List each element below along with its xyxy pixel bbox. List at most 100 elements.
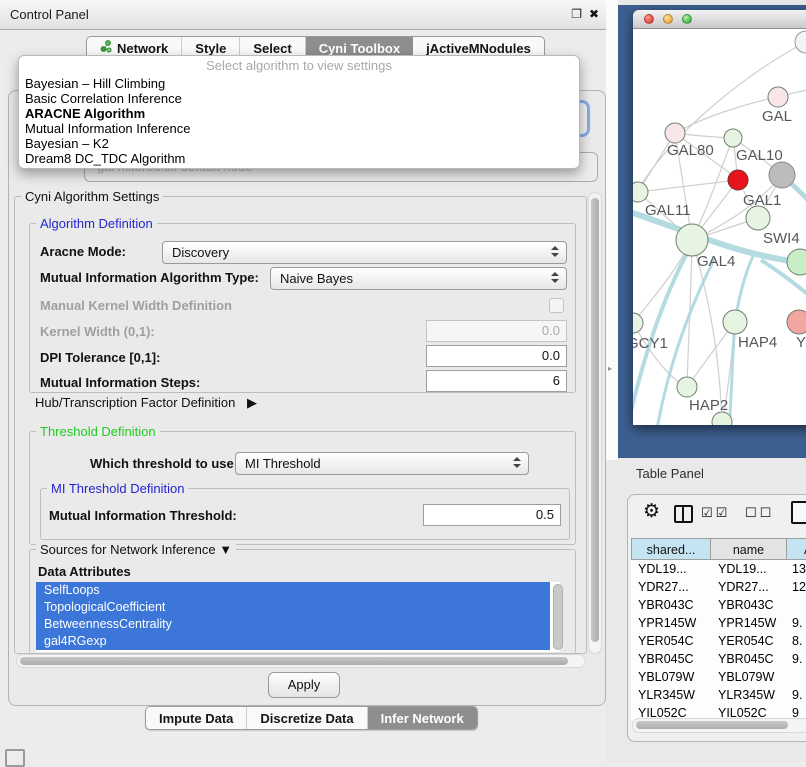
apply-button[interactable]: Apply [268,672,340,698]
scrollbar-thumb[interactable] [636,721,788,729]
new-table-icon[interactable] [791,501,806,524]
dpi-tolerance-field[interactable]: 0.0 [426,345,567,367]
table-panel: ⚙ ☑☑ ☐☐ shared...nameAYDL19...YDL19...13… [627,494,806,742]
network-node-label: GAL4 [697,253,735,270]
split-columns-icon[interactable] [674,505,693,523]
table-cell: YPR145W [631,614,711,632]
network-node-partial-top-node[interactable] [795,31,806,53]
cyni-bottom-tabs: Impute Data Discretize Data Infer Network [145,706,478,730]
control-panel-title: Control Panel [10,0,89,29]
network-node-GAL10[interactable] [724,129,742,147]
algorithm-option[interactable]: Bayesian – K2 [19,136,579,151]
mi-threshold-group: MI Threshold Definition Mutual Informati… [40,488,570,540]
tab-discretize-data[interactable]: Discretize Data [247,707,367,729]
network-node-HAP4[interactable] [723,310,747,334]
table-cell: YDL19... [711,560,787,578]
show-columns-icon[interactable]: ☑☑ [701,505,730,521]
table-row[interactable]: YBL079WYBL079W [631,668,806,686]
network-node-GCY1[interactable] [633,313,643,333]
scrollbar-thumb[interactable] [20,657,568,665]
tab-label: Discretize Data [260,711,353,726]
settings-horizontal-scrollbar[interactable] [16,654,586,668]
network-node-label: GAL1 [743,192,781,209]
network-node-salmon-node[interactable] [787,310,806,334]
tab-label: Infer Network [381,711,464,726]
network-node-red-node[interactable] [728,170,748,190]
mi-algorithm-type-combobox[interactable]: Naive Bayes [270,267,567,290]
network-canvas[interactable]: GALGAL80GAL10GAL1GAL11SWI4GAL4GCY1HAP4YH… [633,28,806,425]
algorithm-option[interactable]: Mutual Information Inference [19,121,579,136]
node-attribute-table[interactable]: shared...nameAYDL19...YDL19...13YDR27...… [631,538,806,722]
float-window-icon[interactable]: ❐ [571,7,582,21]
network-node-GAL11[interactable] [633,182,648,202]
tab-label: jActiveMNodules [426,41,531,56]
table-horizontal-scrollbar[interactable] [632,718,806,733]
manual-kernel-checkbox[interactable] [549,298,564,313]
tab-label: Cyni Toolbox [319,41,400,56]
network-node-gray-node[interactable] [769,162,795,188]
algorithm-option[interactable]: Dream8 DC_TDC Algorithm [19,151,579,166]
hub-definition-expander[interactable]: Hub/Transcription Factor Definition ▶ [35,395,257,411]
table-row[interactable]: YER054CYER054C8. [631,632,806,650]
tab-impute-data[interactable]: Impute Data [146,707,247,729]
aracne-mode-combobox[interactable]: Discovery [162,241,567,264]
tab-infer-network[interactable]: Infer Network [368,707,477,729]
column-header[interactable]: shared... [631,538,711,560]
settings-vertical-scrollbar[interactable] [588,192,602,654]
algorithm-dropdown-list: Select algorithm to view settings Bayesi… [18,55,580,169]
threshold-definition-title: Threshold Definition [36,424,160,439]
column-header[interactable]: A [787,538,806,560]
attributes-list-scrollbar[interactable] [553,584,563,650]
scrollbar-thumb[interactable] [591,198,599,642]
table-row[interactable]: YBR045CYBR045C9. [631,650,806,668]
network-edge[interactable] [638,180,738,192]
data-attributes-list[interactable]: SelfLoopsTopologicalCoefficientBetweenne… [36,582,560,652]
table-cell [787,668,806,686]
table-row[interactable]: YBR043CYBR043C [631,596,806,614]
network-node-gal-partial[interactable] [768,87,788,107]
table-panel-title: Table Panel [636,466,704,481]
network-window-titlebar[interactable] [633,10,806,29]
split-pane-handle-icon[interactable]: ▸ [608,364,612,373]
mi-steps-field[interactable]: 6 [426,370,567,392]
hide-columns-icon[interactable]: ☐☐ [745,505,774,521]
mi-steps-label: Mutual Information Steps: [40,375,200,390]
algorithm-option[interactable]: Bayesian – Hill Climbing [19,76,579,91]
which-threshold-value: MI Threshold [245,456,321,471]
kernel-width-field[interactable]: 0.0 [426,320,567,342]
table-cell: YBR043C [711,596,787,614]
network-node-GAL1[interactable] [746,206,770,230]
which-threshold-combobox[interactable]: MI Threshold [235,452,529,475]
network-graph[interactable]: GALGAL80GAL10GAL1GAL11SWI4GAL4GCY1HAP4YH… [633,28,806,425]
control-panel: Control Panel ❐ ✖ NetworkStyleSelectCyni… [0,0,606,733]
network-node-SWI4[interactable] [787,249,806,275]
data-attribute-option[interactable]: gal4RGexp [36,633,550,650]
table-cell: YDR27... [711,578,787,596]
table-row[interactable]: YDL19...YDL19...13 [631,560,806,578]
collapse-down-icon[interactable]: ▼ [219,542,232,557]
algorithm-option[interactable]: Basic Correlation Inference [19,91,579,106]
aracne-mode-label: Aracne Mode: [40,244,126,259]
data-attribute-option[interactable]: TopologicalCoefficient [36,599,550,616]
algorithm-option[interactable]: ARACNE Algorithm [19,106,579,121]
column-header[interactable]: name [711,538,787,560]
table-row[interactable]: YLR345WYLR345W9. [631,686,806,704]
table-row[interactable]: YPR145WYPR145W9. [631,614,806,632]
data-attribute-option[interactable]: SelfLoops [36,582,550,599]
mi-threshold-field[interactable]: 0.5 [423,504,561,526]
close-icon[interactable]: ✖ [589,7,599,21]
table-row[interactable]: YDR27...YDR27...12 [631,578,806,596]
table-cell: YBR045C [631,650,711,668]
network-node-GAL80[interactable] [665,123,685,143]
settings-gear-icon[interactable]: ⚙ [643,500,660,523]
data-attribute-option[interactable]: BetweennessCentrality [36,616,550,633]
network-node-HAP2[interactable] [677,377,697,397]
minimize-traffic-light[interactable] [663,14,673,24]
network-edge-strong[interactable] [771,412,806,425]
network-tab-icon [100,40,112,56]
minimized-window-icon[interactable] [5,749,25,767]
close-traffic-light[interactable] [644,14,654,24]
zoom-traffic-light[interactable] [682,14,692,24]
expand-right-icon[interactable]: ▶ [247,395,257,410]
network-node-GAL4[interactable] [676,224,708,256]
